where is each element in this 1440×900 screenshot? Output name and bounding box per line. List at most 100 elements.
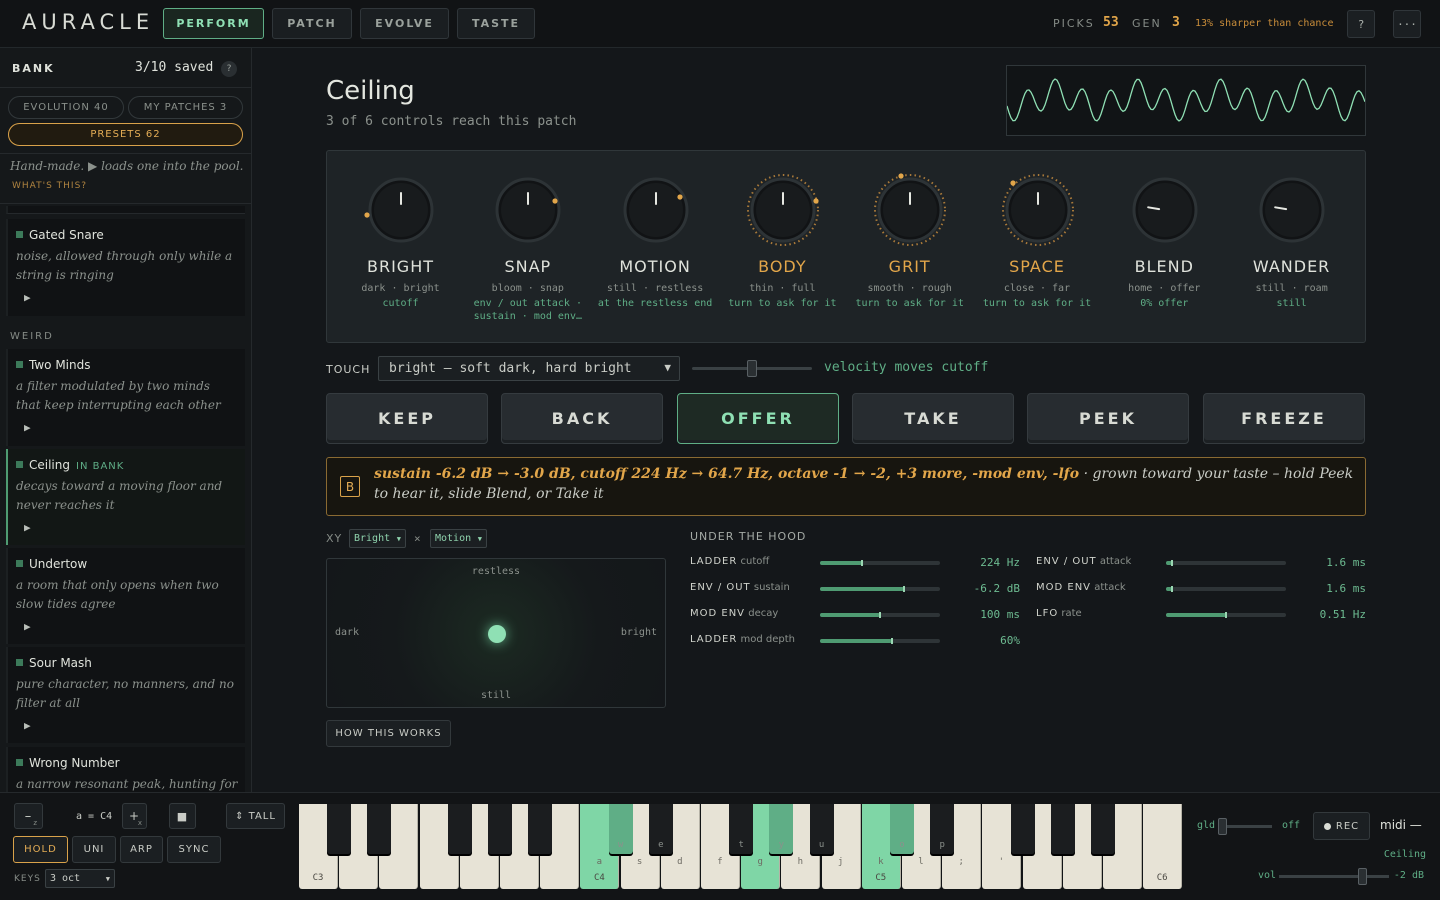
tab-perform[interactable]: PERFORM xyxy=(163,8,264,39)
whats-this-link[interactable]: WHAT'S THIS? xyxy=(12,181,87,191)
list-item[interactable]: Two Minds a filter modulated by two mind… xyxy=(6,349,245,446)
bank-help-icon[interactable]: ? xyxy=(221,61,237,77)
knob-range: thin · full xyxy=(749,283,816,294)
piano-black-key[interactable] xyxy=(488,804,512,854)
piano-black-key[interactable]: e xyxy=(648,804,673,854)
volume-slider-handle[interactable] xyxy=(1357,868,1367,885)
xy-pad[interactable]: restless still dark bright xyxy=(326,558,666,708)
play-icon[interactable]: ▶ xyxy=(24,291,31,304)
tall-toggle-button[interactable]: ⇕ TALL xyxy=(226,803,285,829)
tab-patch[interactable]: PATCH xyxy=(272,8,352,39)
touch-mode-select[interactable]: bright — soft dark, hard bright ▼ xyxy=(378,356,680,381)
app-logo: AURACLE xyxy=(22,10,155,34)
play-icon[interactable]: ▶ xyxy=(24,719,31,732)
knob-snap[interactable]: SNAP bloom · snap env / out attack · susta… xyxy=(464,151,591,344)
hood-param-value: 224 Hz xyxy=(980,556,1020,569)
freeze-button[interactable]: FREEZE xyxy=(1203,393,1365,444)
pill-my-patches[interactable]: MY PATCHES 3 xyxy=(128,96,243,119)
keys-range-select[interactable]: 3 oct ▼ xyxy=(45,869,115,888)
octave-down-button[interactable]: – z xyxy=(14,803,43,829)
tab-evolve[interactable]: EVOLVE xyxy=(360,8,449,39)
piano-white-key[interactable]: C6 xyxy=(1143,804,1183,889)
piano-black-key[interactable] xyxy=(1091,804,1115,854)
list-item[interactable]: Wrong Number a narrow resonant peak, hun… xyxy=(6,747,245,792)
xy-x-axis-select[interactable]: Bright ▼ xyxy=(349,529,406,548)
piano-black-key[interactable] xyxy=(528,804,553,854)
velocity-slider-handle[interactable] xyxy=(747,360,757,377)
pill-presets[interactable]: PRESETS 62 xyxy=(8,123,243,146)
sync-button[interactable]: SYNC xyxy=(167,836,221,863)
knob-wander[interactable]: WANDER still · roam still xyxy=(1228,151,1355,344)
glide-value: off xyxy=(1282,820,1301,831)
piano-black-key[interactable] xyxy=(447,804,472,854)
piano-black-key[interactable] xyxy=(367,804,392,854)
pill-evolution[interactable]: EVOLUTION 40 xyxy=(8,96,124,119)
knob-range: home · offer xyxy=(1128,283,1201,294)
piano-black-key[interactable]: w xyxy=(608,804,633,854)
knob-dial[interactable] xyxy=(746,173,820,247)
knob-dial[interactable] xyxy=(364,173,438,247)
knob-dial[interactable] xyxy=(1255,173,1329,247)
xy-left-label: dark xyxy=(335,627,360,638)
glide-slider[interactable] xyxy=(1218,818,1272,835)
stop-icon[interactable]: ■ xyxy=(169,803,196,829)
gen-label: GEN xyxy=(1132,17,1162,30)
knob-grit[interactable]: GRIT smooth · rough turn to ask for it xyxy=(846,151,973,344)
knob-blend[interactable]: BLEND home · offer 0% offer xyxy=(1101,151,1228,344)
piano-black-key[interactable] xyxy=(1010,804,1035,854)
keep-button[interactable]: KEEP xyxy=(326,393,488,444)
knob-bright[interactable]: BRIGHT dark · bright cutoff xyxy=(337,151,464,344)
preset-description: a room that only opens when two slow tid… xyxy=(16,578,219,611)
list-item-current[interactable]: Ceiling IN BANK decays toward a moving fl… xyxy=(6,449,245,545)
knob-dial[interactable] xyxy=(873,173,947,247)
peek-button[interactable]: PEEK xyxy=(1027,393,1189,444)
play-icon[interactable]: ▶ xyxy=(24,620,31,633)
preset-marker-icon xyxy=(16,759,23,766)
more-menu-button[interactable]: ··· xyxy=(1393,10,1421,38)
hood-param-label: LADDER cutoff xyxy=(690,556,770,567)
knob-mapping: 0% offer xyxy=(1140,298,1189,309)
piano-black-key[interactable] xyxy=(327,804,352,854)
offer-changes: sustain -6.2 dB → -3.0 dB, cutoff 224 Hz… xyxy=(374,466,1080,482)
tab-taste[interactable]: TASTE xyxy=(457,8,535,39)
midi-status[interactable]: midi — xyxy=(1380,818,1422,832)
knob-mapping: turn to ask for it xyxy=(855,298,964,309)
knob-motion[interactable]: MOTION still · restless at the restless en… xyxy=(592,151,719,344)
piano-black-key[interactable]: t xyxy=(729,804,754,854)
arp-button[interactable]: ARP xyxy=(120,836,163,863)
volume-slider[interactable] xyxy=(1279,868,1389,885)
list-item[interactable]: Undertow a room that only opens when two… xyxy=(6,548,245,644)
play-icon[interactable]: ▶ xyxy=(24,521,31,534)
take-button[interactable]: TAKE xyxy=(852,393,1014,444)
hood-param-label: ENV / OUT attack xyxy=(1036,556,1132,567)
list-item[interactable]: Sour Mash pure character, no manners, an… xyxy=(6,647,245,743)
unison-button[interactable]: UNI xyxy=(72,836,116,863)
knob-dial[interactable] xyxy=(1001,173,1075,247)
piano-black-key[interactable]: o xyxy=(890,804,914,854)
knob-body[interactable]: BODY thin · full turn to ask for it xyxy=(719,151,846,344)
hood-param-label: LFO rate xyxy=(1036,608,1082,619)
xy-y-axis-select[interactable]: Motion ▼ xyxy=(430,529,487,548)
help-button[interactable]: ? xyxy=(1347,10,1375,38)
piano-black-key[interactable]: y xyxy=(769,804,794,854)
hold-button[interactable]: HOLD xyxy=(13,836,68,863)
xy-cursor[interactable] xyxy=(488,625,506,643)
knob-dial[interactable] xyxy=(491,173,565,247)
back-button[interactable]: BACK xyxy=(501,393,663,444)
record-button[interactable]: REC xyxy=(1313,812,1370,840)
bank-sidebar: BANK 3/10 saved ? EVOLUTION 40 MY PATCHE… xyxy=(0,48,252,792)
piano-black-key[interactable]: p xyxy=(930,804,955,854)
piano-black-key[interactable]: u xyxy=(809,804,834,854)
play-icon[interactable]: ▶ xyxy=(24,421,31,434)
list-item[interactable]: Gated Snare noise, allowed through only … xyxy=(6,219,245,316)
list-item-partial xyxy=(6,206,245,214)
knob-space[interactable]: SPACE close · far turn to ask for it xyxy=(974,151,1101,344)
offer-button[interactable]: OFFER xyxy=(677,393,839,444)
piano-black-key[interactable] xyxy=(1050,804,1075,854)
octave-up-button[interactable]: + x xyxy=(122,803,147,829)
glide-slider-handle[interactable] xyxy=(1218,818,1227,835)
knob-dial[interactable] xyxy=(1128,173,1202,247)
how-this-works-button[interactable]: HOW THIS WORKS xyxy=(326,720,451,747)
velocity-slider[interactable] xyxy=(692,360,812,377)
knob-dial[interactable] xyxy=(619,173,693,247)
